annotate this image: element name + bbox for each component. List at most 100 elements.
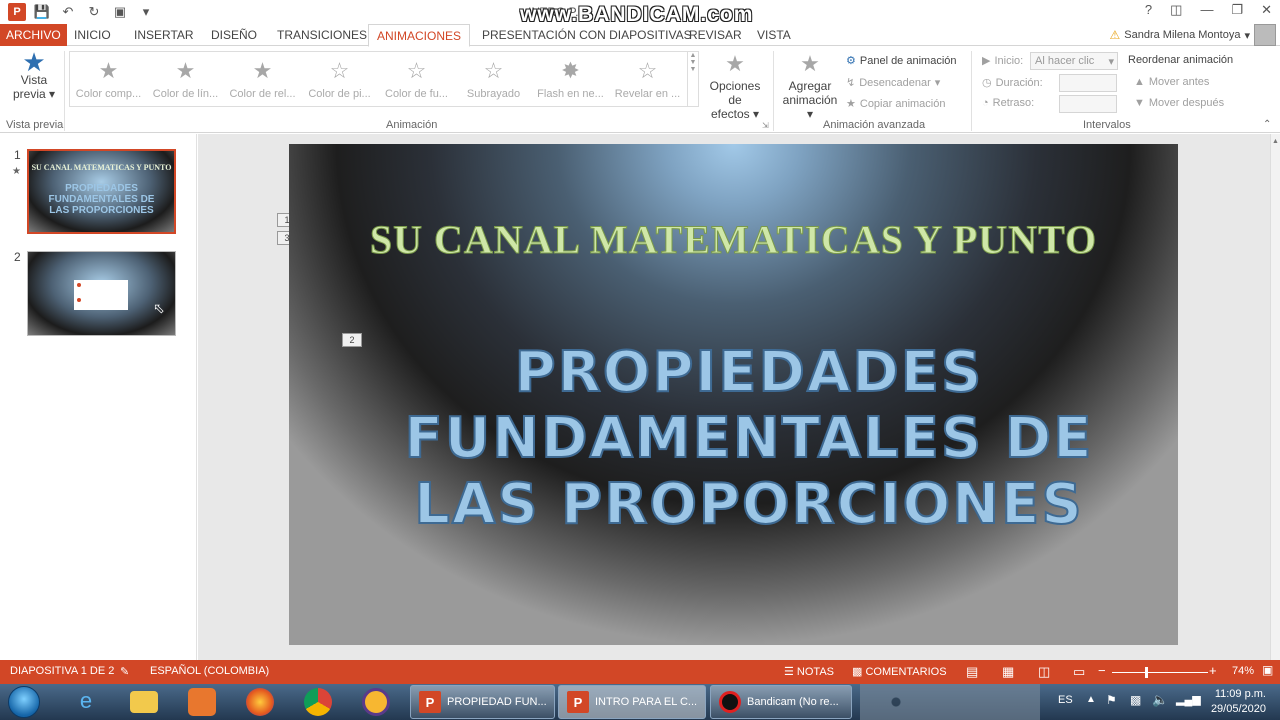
media-player-icon[interactable] bbox=[188, 688, 216, 716]
minimize-icon[interactable]: — bbox=[1200, 2, 1213, 18]
tab-vista[interactable]: VISTA bbox=[749, 24, 799, 46]
file-explorer-icon[interactable] bbox=[130, 691, 158, 713]
add-animation-label: Agregar bbox=[788, 79, 832, 93]
preview-star-icon: ★ bbox=[22, 47, 46, 77]
anim-label: Color comp... bbox=[75, 88, 142, 100]
slide-thumbnail-1[interactable]: SU CANAL MATEMATICAS Y PUNTO PROPIEDADES… bbox=[27, 149, 176, 234]
zoom-out-icon[interactable]: − bbox=[1098, 663, 1106, 678]
zoom-in-icon[interactable]: + bbox=[1209, 663, 1217, 678]
star-n-icon: ☆ bbox=[637, 58, 658, 83]
dialog-launcher-icon[interactable]: ⇲ bbox=[762, 121, 769, 130]
notes-icon: ☰ bbox=[784, 666, 797, 678]
preview-button[interactable]: ★ Vista previa ▾ bbox=[8, 47, 60, 101]
normal-view-icon[interactable]: ▤ bbox=[966, 664, 978, 680]
move-earlier-button[interactable]: ▲ Mover antes bbox=[1134, 76, 1209, 88]
vertical-scrollbar[interactable]: ▲ bbox=[1270, 134, 1280, 660]
ribbon-display-icon[interactable]: ◫ bbox=[1170, 2, 1182, 18]
thumbnail-title-line: FUNDAMENTALES DE bbox=[48, 194, 155, 205]
group-label-preview: Vista previa bbox=[6, 119, 64, 131]
tab-archivo[interactable]: ARCHIVO bbox=[0, 24, 67, 46]
slide-title[interactable]: PROPIEDADES FUNDAMENTALES DE LAS PROPORC… bbox=[359, 339, 1139, 538]
tray-expand-icon[interactable]: ▲ bbox=[1086, 694, 1096, 705]
user-name: Sandra Milena Montoya bbox=[1124, 29, 1241, 41]
anim-underline[interactable]: ☆ Subrayado bbox=[455, 60, 532, 101]
notes-button[interactable]: ☰ NOTAS bbox=[784, 665, 834, 678]
tab-inicio[interactable]: INICIO bbox=[66, 24, 119, 46]
redo-icon[interactable]: ↻ bbox=[84, 3, 104, 21]
slide-subtitle[interactable]: SU CANAL MATEMATICAS Y PUNTO bbox=[289, 216, 1178, 263]
clock[interactable]: 11:09 p.m. 29/05/2020 bbox=[1211, 687, 1266, 717]
taskbar-button-powerpoint-1[interactable]: P PROPIEDAD FUN... bbox=[410, 685, 555, 719]
duration-stepper[interactable] bbox=[1059, 74, 1117, 92]
firefox-icon[interactable] bbox=[246, 688, 274, 716]
taskbar-button-powerpoint-2[interactable]: P INTRO PARA EL C... bbox=[558, 685, 706, 719]
help-icon[interactable]: ? bbox=[1145, 2, 1152, 18]
tab-presentacion[interactable]: PRESENTACIÓN CON DIAPOSITIVAS bbox=[474, 24, 700, 46]
start-button[interactable] bbox=[8, 686, 40, 718]
anim-bold-reveal[interactable]: ☆ Revelar en ... bbox=[609, 58, 686, 101]
delay-label-text: Retraso: bbox=[992, 97, 1035, 109]
slide-title-line: LAS PROPORCIONES bbox=[413, 471, 1084, 538]
network-icon[interactable]: ▩ bbox=[1130, 693, 1141, 707]
tab-transiciones[interactable]: TRANSICIONES bbox=[269, 24, 375, 46]
slideshow-icon[interactable]: ▭ bbox=[1073, 664, 1085, 680]
gallery-scrollbar[interactable]: ▲ ▼ ▼ bbox=[687, 52, 698, 106]
anim-font-color[interactable]: ☆ Color de fu... bbox=[378, 60, 455, 101]
bullet-icon bbox=[77, 298, 81, 302]
slide-canvas[interactable]: 2 SU CANAL MATEMATICAS Y PUNTO PROPIEDAD… bbox=[289, 144, 1178, 645]
move-later-button[interactable]: ▼ Mover después bbox=[1134, 97, 1224, 109]
spell-check-icon[interactable]: ✎ bbox=[120, 665, 129, 678]
tab-diseno[interactable]: DISEÑO bbox=[203, 24, 265, 46]
thumbnail-title: PROPIEDADES FUNDAMENTALES DE LAS PROPORC… bbox=[29, 183, 174, 216]
start-select[interactable]: Al hacer clic ▾ bbox=[1030, 52, 1118, 70]
tab-insertar[interactable]: INSERTAR bbox=[126, 24, 202, 46]
user-account[interactable]: ⚠ Sandra Milena Montoya ▾ bbox=[1110, 28, 1250, 42]
tab-revisar[interactable]: REVISAR bbox=[681, 24, 750, 46]
animation-pane-button[interactable]: ⚙ Panel de animación bbox=[846, 54, 957, 68]
app-shield-icon[interactable] bbox=[362, 688, 390, 716]
zoom-slider[interactable] bbox=[1112, 667, 1208, 678]
internet-explorer-icon[interactable]: e bbox=[72, 688, 100, 716]
copy-animation-button[interactable]: ★ Copiar animación bbox=[846, 97, 945, 111]
comments-button[interactable]: ▩ COMENTARIOS bbox=[852, 665, 947, 678]
slide-thumbnail-2[interactable]: ⬁ bbox=[27, 251, 176, 336]
anim-line-color[interactable]: ★ Color de lín... bbox=[147, 60, 224, 101]
chrome-icon[interactable] bbox=[304, 688, 332, 716]
zoom-level[interactable]: 74% bbox=[1232, 665, 1254, 677]
keyboard-language[interactable]: ES bbox=[1058, 694, 1073, 706]
preview-label-2: previa bbox=[12, 87, 46, 101]
language-indicator[interactable]: ESPAÑOL (COLOMBIA) bbox=[150, 665, 269, 677]
notes-label: NOTAS bbox=[796, 666, 834, 678]
customize-toolbar-icon[interactable]: ▾ bbox=[136, 3, 156, 21]
taskbar-button-bandicam[interactable]: Bandicam (No re... bbox=[710, 685, 852, 719]
avatar[interactable] bbox=[1254, 24, 1276, 46]
powerpoint-logo-icon[interactable]: P bbox=[8, 3, 26, 21]
start-from-beginning-icon[interactable]: ▣ bbox=[110, 3, 130, 21]
add-animation-button[interactable]: ★ Agregar animación ▾ bbox=[778, 53, 842, 122]
scroll-up-icon[interactable]: ▲ bbox=[1271, 138, 1280, 145]
close-icon[interactable]: ✕ bbox=[1261, 2, 1272, 18]
anim-fill-color[interactable]: ★ Color de rel... bbox=[224, 60, 301, 101]
animation-gallery: ★ Color comp... ★ Color de lín... ★ Color d… bbox=[69, 51, 699, 107]
volume-icon[interactable]: 🔈 bbox=[1152, 692, 1168, 708]
tab-animaciones[interactable]: ANIMACIONES bbox=[368, 24, 471, 47]
restore-icon[interactable]: ❐ bbox=[1231, 2, 1243, 18]
reading-view-icon[interactable]: ◫ bbox=[1038, 664, 1050, 680]
zoom-slider-thumb[interactable] bbox=[1145, 667, 1149, 678]
fit-to-window-icon[interactable]: ▣ bbox=[1262, 663, 1273, 677]
taskbar-background-pattern bbox=[860, 684, 1040, 720]
anim-color-pulse[interactable]: ★ Color comp... bbox=[70, 60, 147, 101]
signal-icon[interactable]: ▂▄▆ bbox=[1176, 693, 1201, 706]
undo-icon[interactable]: ↶ bbox=[58, 3, 78, 21]
trigger-button[interactable]: ↯ Desencadenar ▾ bbox=[846, 76, 940, 90]
delay-stepper[interactable] bbox=[1059, 95, 1117, 113]
collapse-ribbon-icon[interactable]: ⌃ bbox=[1263, 119, 1271, 130]
flag-icon[interactable]: ⚑ bbox=[1106, 693, 1117, 707]
anim-pen-color[interactable]: ☆ Color de pi... bbox=[301, 60, 378, 101]
slide-sorter-icon[interactable]: ▦ bbox=[1002, 664, 1014, 680]
save-icon[interactable]: 💾 bbox=[32, 3, 52, 21]
delay-label: ◔ Retraso: bbox=[982, 97, 1034, 109]
anim-bold-flash[interactable]: ✸ Flash en ne... bbox=[532, 60, 609, 101]
chevron-down-icon: ▾ bbox=[45, 87, 56, 101]
effect-options-button[interactable]: ★ Opciones de efectos ▾ bbox=[703, 53, 767, 122]
